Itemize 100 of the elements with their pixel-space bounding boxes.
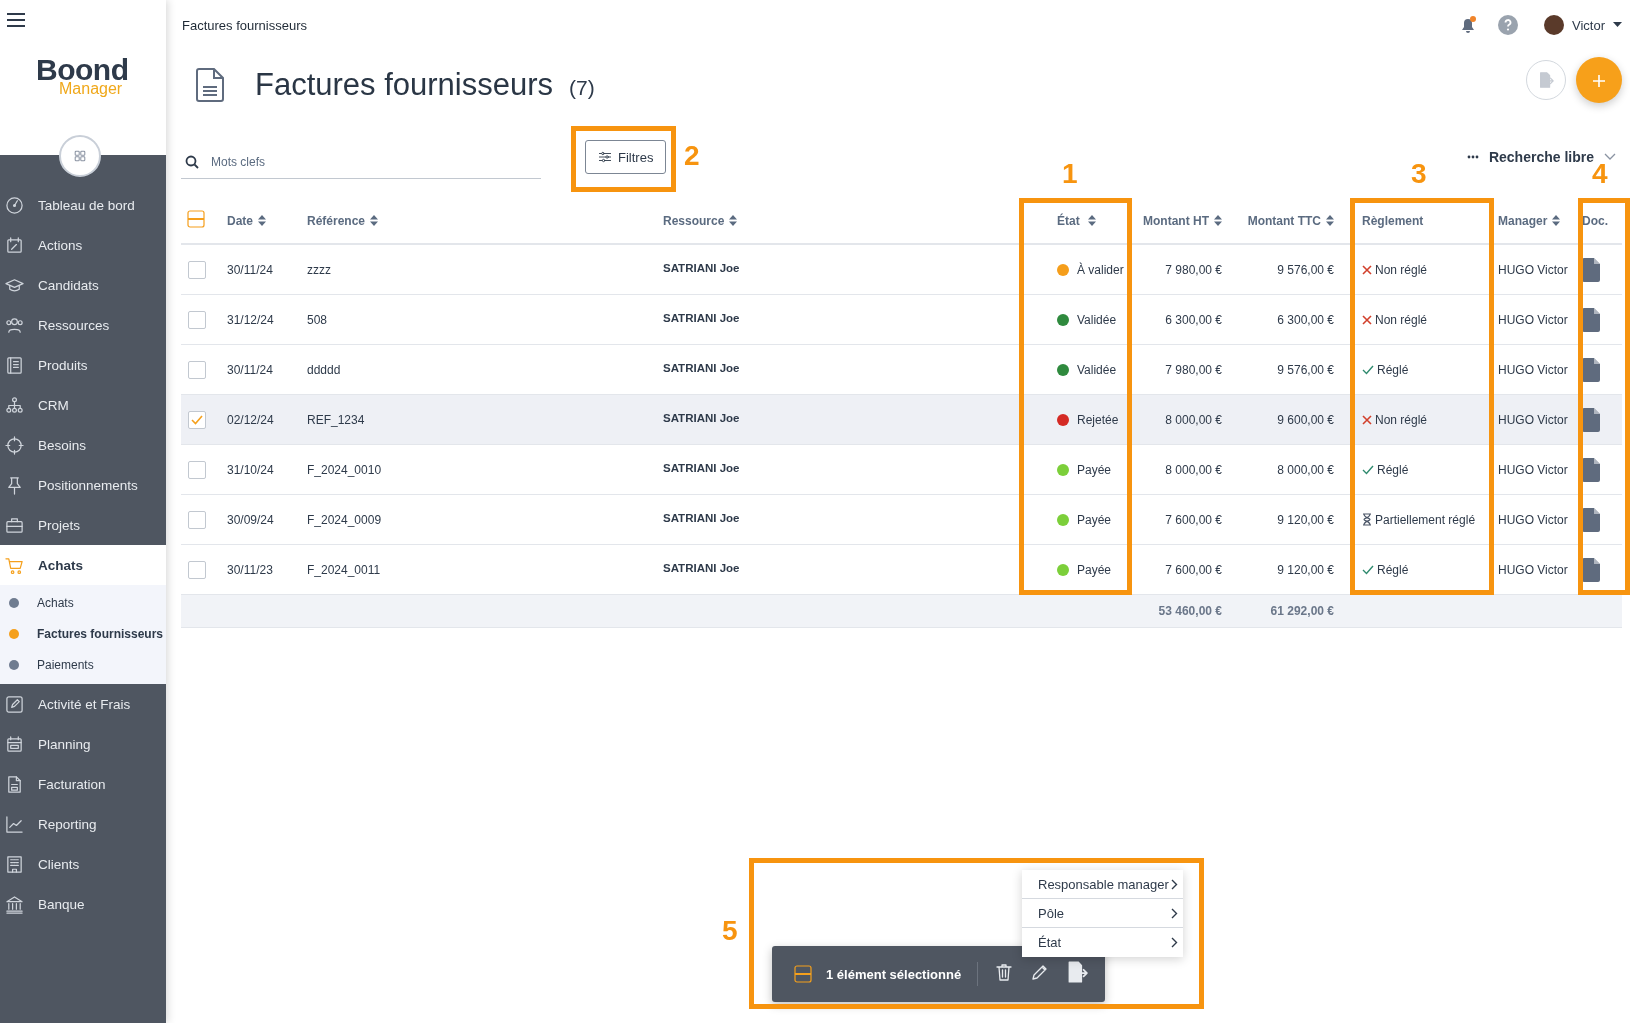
sort-icon[interactable] — [1326, 215, 1334, 226]
sidebar-item[interactable]: Activité et Frais — [0, 684, 166, 724]
sidebar-subitem[interactable]: Paiements — [0, 649, 166, 680]
sort-icon[interactable] — [1552, 215, 1561, 226]
status-label: Rejetée — [1077, 412, 1119, 427]
column-header[interactable]: Montant HT — [1143, 213, 1209, 228]
column-header[interactable]: Montant TTC — [1247, 213, 1321, 228]
status-label: Payée — [1077, 462, 1112, 477]
selection-checkbox[interactable] — [794, 965, 812, 983]
column-header[interactable]: Référence — [307, 213, 366, 228]
export-icon — [1066, 961, 1089, 983]
sidebar-item[interactable]: Ressources — [0, 305, 166, 345]
breadcrumb: Factures fournisseurs — [182, 17, 307, 33]
bank-icon — [5, 894, 24, 914]
cross-icon — [1362, 264, 1372, 275]
cross-icon — [1362, 314, 1372, 325]
row-checkbox[interactable] — [188, 460, 206, 479]
selection-count: 1 élément sélectionné — [826, 966, 962, 982]
org-chart-icon — [5, 395, 24, 415]
table-cell: SATRIANI Joe — [663, 561, 740, 574]
column-header[interactable]: État — [1057, 213, 1080, 228]
sliders-icon — [598, 150, 612, 164]
sidebar-item[interactable]: Planning — [0, 724, 166, 764]
column-header[interactable]: Date — [227, 213, 253, 228]
table-cell: 6 300,00 € — [1165, 312, 1222, 327]
avatar[interactable] — [1544, 15, 1564, 35]
table-cell: 7 600,00 € — [1165, 512, 1222, 527]
menu-item[interactable]: État — [1022, 928, 1183, 957]
column-header[interactable]: Manager — [1498, 213, 1548, 228]
row-checkbox[interactable] — [188, 510, 206, 529]
callout-number: 2 — [684, 140, 700, 172]
sidebar-item[interactable]: CRM — [0, 385, 166, 425]
chevron-icon[interactable] — [1604, 153, 1616, 161]
table-cell: 508 — [307, 312, 328, 327]
column-header: Doc. — [1582, 213, 1608, 228]
filter-button[interactable]: Filtres — [585, 140, 667, 174]
building-icon — [5, 854, 24, 874]
table-cell: 31/12/24 — [227, 312, 274, 327]
user-name[interactable]: Victor — [1572, 17, 1605, 33]
total-cell: 53 460,00 € — [1158, 604, 1222, 618]
sidebar-item[interactable]: Clients — [0, 844, 166, 884]
sort-icon[interactable] — [1087, 215, 1096, 226]
row-checkbox[interactable] — [188, 410, 206, 429]
status-label: Payée — [1077, 562, 1112, 577]
grid-icon — [72, 148, 88, 164]
menu-item[interactable]: Pôle — [1022, 899, 1183, 928]
payment-status: Non réglé — [1375, 412, 1428, 427]
sidebar-item[interactable]: Produits — [0, 345, 166, 385]
sidebar-item[interactable]: Besoins — [0, 425, 166, 465]
menu-icon[interactable] — [6, 12, 26, 28]
item-count: (7) — [569, 76, 595, 100]
sidebar-item[interactable]: Actions — [0, 225, 166, 265]
table-cell: HUGO Victor — [1498, 312, 1568, 327]
row-checkbox[interactable] — [188, 260, 206, 279]
help-icon[interactable] — [1498, 15, 1518, 35]
table-cell: HUGO Victor — [1498, 562, 1568, 577]
select-all-checkbox[interactable] — [187, 210, 205, 228]
row-checkbox[interactable] — [188, 310, 206, 329]
menu-item[interactable]: Responsable manager — [1022, 870, 1183, 899]
table-cell: SATRIANI Joe — [663, 311, 740, 324]
table-cell: zzzz — [307, 262, 331, 277]
calendar-icon — [5, 734, 24, 754]
sort-icon[interactable] — [1214, 215, 1222, 226]
table-cell: SATRIANI Joe — [663, 361, 740, 374]
status-label: Validée — [1077, 362, 1117, 377]
table-cell: 7 980,00 € — [1165, 362, 1222, 377]
column-header[interactable]: Ressource — [663, 213, 725, 228]
sidebar-subitem[interactable]: Factures fournisseurs — [0, 618, 166, 649]
table-cell: REF_1234 — [307, 412, 365, 427]
sort-icon[interactable] — [370, 215, 379, 226]
table-cell: HUGO Victor — [1498, 412, 1568, 427]
chevron-icon — [1171, 937, 1178, 948]
sidebar-item[interactable]: Projets — [0, 505, 166, 545]
sort-icon[interactable] — [258, 215, 266, 226]
apps-button[interactable] — [59, 135, 101, 177]
sidebar-item[interactable]: Positionnements — [0, 465, 166, 505]
sidebar-item[interactable]: Achats — [0, 545, 166, 585]
row-checkbox[interactable] — [188, 560, 206, 579]
table-cell: 8 000,00 € — [1165, 462, 1222, 477]
sidebar-item[interactable]: Facturation — [0, 764, 166, 804]
sidebar-item[interactable]: Candidats — [0, 265, 166, 305]
table-cell: SATRIANI Joe — [663, 461, 740, 474]
caret-icon[interactable] — [1613, 22, 1622, 28]
status-label: Validée — [1077, 312, 1117, 327]
page-title: Factures fournisseurs — [255, 67, 554, 103]
free-search-toggle[interactable]: Recherche libre — [1488, 149, 1594, 165]
table-cell: 9 120,00 € — [1277, 512, 1334, 527]
table-cell: HUGO Victor — [1498, 512, 1568, 527]
briefcase-icon — [5, 515, 24, 535]
sidebar-item[interactable]: Reporting — [0, 804, 166, 844]
sidebar-subitem[interactable]: Achats — [0, 587, 166, 618]
sidebar-item[interactable]: Tableau de bord — [0, 185, 166, 225]
status-label: Payée — [1077, 512, 1112, 527]
sort-icon[interactable] — [729, 215, 738, 226]
table-cell: SATRIANI Joe — [663, 261, 740, 274]
check-icon — [1362, 364, 1374, 375]
row-checkbox[interactable] — [188, 360, 206, 379]
sidebar-item[interactable]: Banque — [0, 884, 166, 924]
payment-status: Non réglé — [1375, 262, 1428, 277]
more-icon[interactable] — [1466, 155, 1479, 159]
